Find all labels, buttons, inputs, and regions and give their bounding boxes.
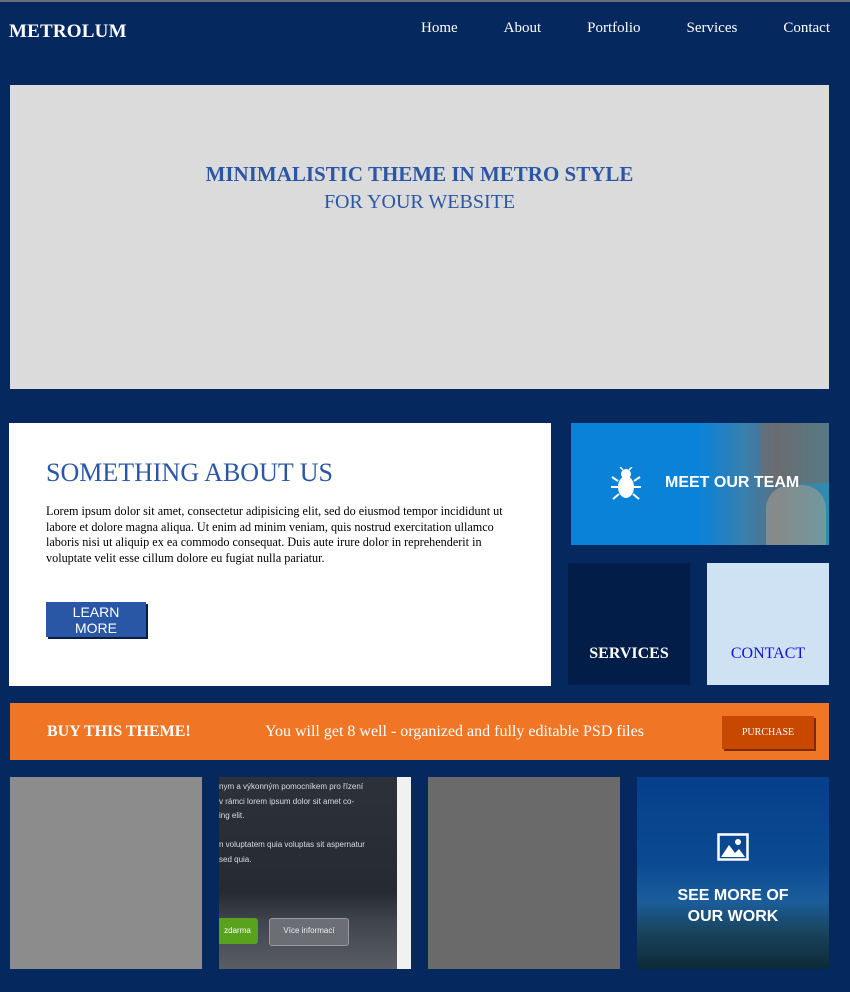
nav-contact[interactable]: Contact <box>783 20 830 37</box>
nav-about[interactable]: About <box>504 20 542 37</box>
preview-grey-button: Více informací <box>269 918 349 946</box>
nav-services[interactable]: Services <box>687 20 738 37</box>
team-photo-face <box>766 485 826 545</box>
preview-text: nym a výkonným pomocníkem pro řízení v r… <box>219 782 365 864</box>
contact-tile-label: CONTACT <box>730 645 806 662</box>
see-more-label: SEE MORE OF OUR WORK <box>677 887 789 925</box>
about-heading: SOMETHING ABOUT US <box>46 458 333 487</box>
contact-tile[interactable]: CONTACT <box>707 563 829 685</box>
about-text: Lorem ipsum dolor sit amet, consectetur … <box>46 504 503 565</box>
buy-theme-bar: BUY THIS THEME! You will get 8 well - or… <box>10 703 829 760</box>
services-tile-label: SERVICES <box>589 645 669 662</box>
buy-title: BUY THIS THEME! <box>47 723 191 740</box>
team-tile-label: MEET OUR TEAM <box>665 474 800 491</box>
services-tile[interactable]: SERVICES <box>568 563 690 685</box>
preview-screenshot: nym a výkonným pomocníkem pro řízení v r… <box>219 777 397 969</box>
hero-banner: MINIMALISTIC THEME IN METRO STYLE FOR YO… <box>10 85 829 389</box>
navbar: METROLUM Home About Portfolio Services C… <box>0 2 850 58</box>
portfolio-tile[interactable] <box>428 777 620 969</box>
about-section: SOMETHING ABOUT US Lorem ipsum dolor sit… <box>9 423 551 686</box>
nav-menu: Home About Portfolio Services Contact <box>375 20 830 37</box>
see-more-work-tile[interactable]: SEE MORE OF OUR WORK <box>637 777 829 969</box>
image-icon <box>717 833 749 861</box>
hero-title: MINIMALISTIC THEME IN METRO STYLE <box>205 162 634 186</box>
preview-green-button: zdarma <box>219 918 258 944</box>
brand-logo[interactable]: METROLUM <box>9 21 127 43</box>
nav-portfolio[interactable]: Portfolio <box>587 20 640 37</box>
meet-our-team-tile[interactable]: MEET OUR TEAM <box>571 423 829 545</box>
learn-more-button[interactable]: LEARN MORE <box>46 602 146 637</box>
nav-home[interactable]: Home <box>421 20 458 37</box>
hero-subtitle: FOR YOUR WEBSITE <box>323 191 516 213</box>
portfolio-tile-preview[interactable]: nym a výkonným pomocníkem pro řízení v r… <box>219 777 411 969</box>
bug-icon <box>611 467 641 500</box>
buy-text: You will get 8 well - organized and full… <box>265 723 644 740</box>
portfolio-tile[interactable] <box>10 777 202 969</box>
purchase-button[interactable]: PURCHASE <box>722 716 814 749</box>
